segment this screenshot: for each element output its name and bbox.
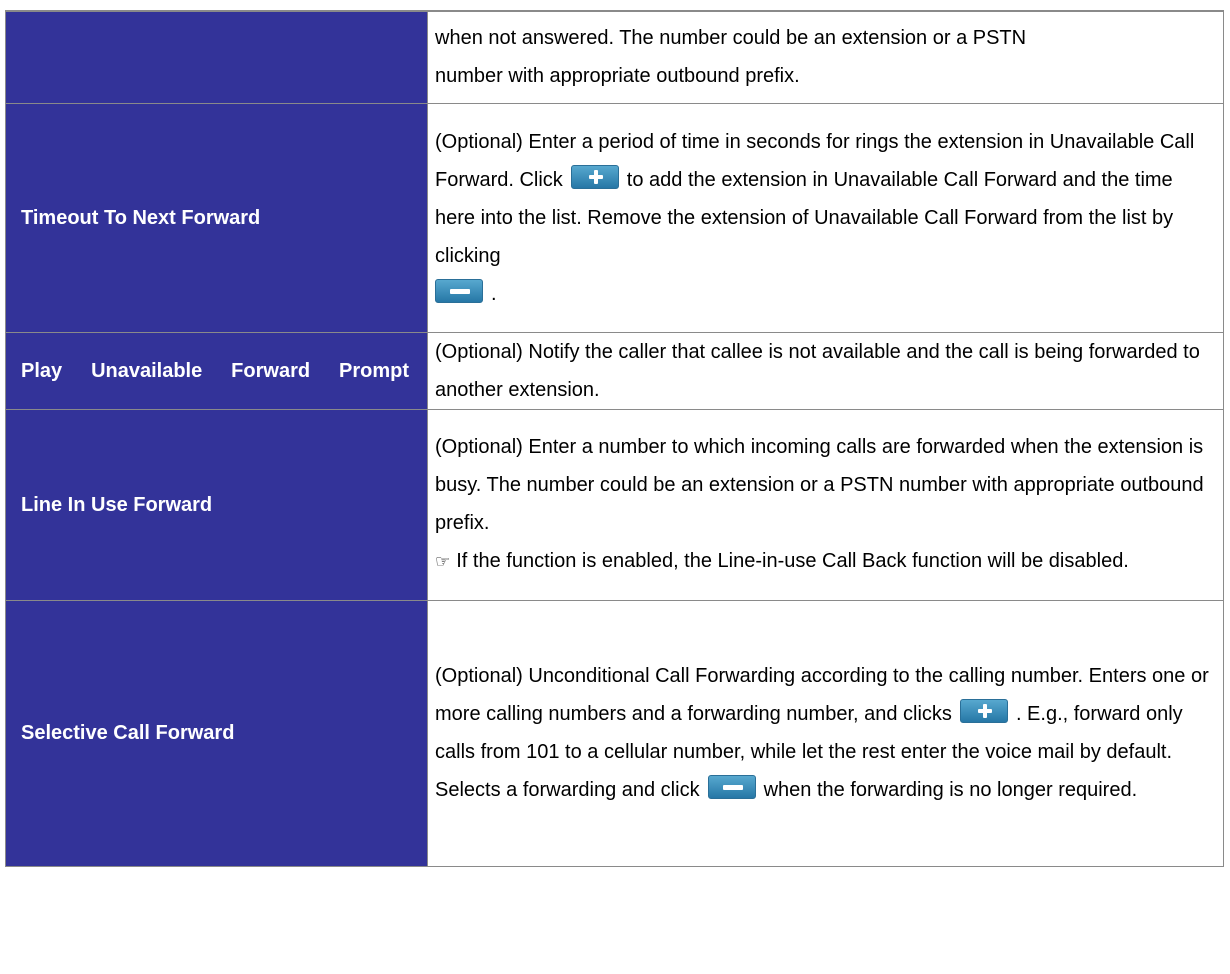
description-line: when not answered. The number could be a…: [435, 27, 1027, 50]
row-label-text: Timeout To Next Forward: [21, 206, 261, 229]
settings-table: when not answered. The number could be a…: [5, 10, 1224, 867]
row-description: (Optional) Enter a number to which incom…: [427, 408, 1224, 601]
remove-button-icon[interactable]: [435, 278, 483, 303]
description-text: .: [491, 282, 497, 305]
row-description: when not answered. The number could be a…: [427, 10, 1224, 104]
row-label-text: Line In Use Forward: [21, 493, 213, 516]
description-text: when the forwarding is no longer require…: [763, 779, 1138, 801]
note: ☞ If the function is enabled, the Line-in…: [435, 542, 1217, 581]
row-description: (Optional) Notify the caller that callee…: [427, 331, 1224, 410]
row-description: (Optional) Unconditional Call Forwarding…: [427, 599, 1224, 867]
row-label-text: Selective Call Forward: [21, 722, 235, 744]
remove-button-icon[interactable]: [707, 775, 756, 799]
description-line: number with appropriate outbound prefix.: [435, 65, 800, 88]
row-label: Timeout To Next Forward: [5, 102, 428, 333]
row-label: Play Unavailable Forward Prompt: [5, 331, 428, 410]
table-row: Line In Use Forward (Optional) Enter a n…: [5, 408, 1224, 601]
row-label-text: Play Unavailable Forward Prompt: [21, 359, 409, 382]
pointing-hand-icon: ☞: [435, 552, 451, 571]
description-text: (Optional) Enter a number to which incom…: [435, 436, 1204, 534]
table-row: Play Unavailable Forward Prompt (Optiona…: [5, 331, 1224, 410]
note-text: If the function is enabled, the Line-in-…: [456, 550, 1129, 572]
table-row: when not answered. The number could be a…: [5, 10, 1224, 104]
row-description: (Optional) Enter a period of time in sec…: [427, 102, 1224, 333]
table-row: Timeout To Next Forward (Optional) Enter…: [5, 102, 1224, 333]
description-text: (Optional) Notify the caller that callee…: [435, 340, 1200, 401]
add-button-icon[interactable]: [959, 699, 1008, 723]
row-label: Line In Use Forward: [5, 408, 428, 601]
add-button-icon[interactable]: [570, 164, 619, 189]
row-label: [5, 10, 428, 104]
row-label: Selective Call Forward: [5, 599, 428, 867]
table-row: Selective Call Forward (Optional) Uncond…: [5, 599, 1224, 867]
